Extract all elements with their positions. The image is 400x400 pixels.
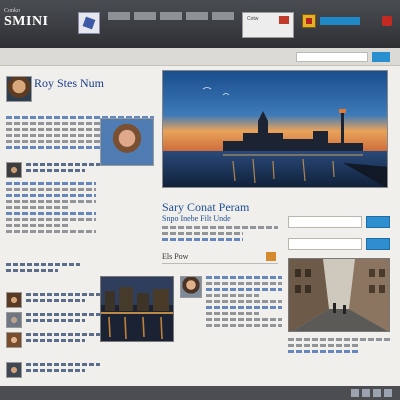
list-thumbnail: [6, 292, 22, 308]
user-box: [320, 14, 372, 36]
list-text-block: [6, 182, 96, 236]
site-footer: [0, 386, 400, 400]
login-button[interactable]: [320, 17, 360, 25]
hero-harbor-illustration: [163, 71, 387, 187]
nav-item[interactable]: [186, 12, 208, 20]
facebook-icon[interactable]: [351, 389, 359, 397]
night-city-illustration: [101, 277, 173, 341]
promo-box[interactable]: Cotw: [242, 12, 294, 38]
feature-title[interactable]: Sary Conat Peram: [162, 200, 249, 215]
nav-item[interactable]: [108, 12, 130, 20]
sidebar-input[interactable]: [288, 216, 362, 228]
list-item[interactable]: [6, 362, 156, 378]
rss-feed-icon[interactable]: [373, 389, 381, 397]
list-thumbnail: [6, 362, 22, 378]
list-text: [26, 163, 100, 175]
section-header: Els Pow: [162, 252, 278, 264]
promo-icon: [279, 16, 289, 24]
feature-text-block: [162, 226, 278, 244]
hero-image[interactable]: [162, 70, 388, 188]
street-illustration: [289, 259, 389, 331]
night-city-photo[interactable]: [100, 276, 174, 342]
article-text-block: [206, 276, 282, 330]
site-header: Conko SMINI Cotw: [0, 0, 400, 48]
list-text: [26, 363, 100, 375]
author-avatar[interactable]: [180, 276, 202, 298]
twitter-icon[interactable]: [362, 389, 370, 397]
top-nav: [108, 12, 234, 20]
street-photo[interactable]: [288, 258, 390, 332]
list-text: [26, 293, 100, 305]
profile-avatar[interactable]: [6, 76, 32, 102]
nav-item[interactable]: [134, 12, 156, 20]
sidebar-text-block: [288, 338, 390, 356]
featured-person-photo[interactable]: [100, 118, 154, 166]
feature-subtitle: Snpo Inebe Filt Unde: [162, 214, 231, 223]
list-text: [26, 333, 100, 345]
list-text: [26, 313, 100, 325]
rss-icon[interactable]: [266, 252, 276, 261]
nav-item[interactable]: [160, 12, 182, 20]
list-text: [6, 263, 80, 275]
cart-icon[interactable]: [382, 16, 392, 26]
promo-label: Cotw: [247, 16, 259, 22]
email-icon[interactable]: [384, 389, 392, 397]
brand-icon[interactable]: [78, 12, 100, 34]
search-input[interactable]: [296, 52, 368, 62]
list-thumbnail: [6, 332, 22, 348]
sidebar-submit-button[interactable]: [366, 216, 390, 228]
profile-name[interactable]: Roy Stes Num: [34, 76, 104, 91]
section-title[interactable]: Els Pow: [162, 252, 188, 261]
search-strip: [0, 48, 400, 66]
logo-big-text: SMINI: [4, 14, 49, 29]
language-flag-icon[interactable]: [302, 14, 316, 28]
list-thumbnail: [6, 312, 22, 328]
social-icons: [351, 389, 392, 397]
sidebar-submit-button[interactable]: [366, 238, 390, 250]
list-thumbnail: [6, 162, 22, 178]
sidebar-input[interactable]: [288, 238, 362, 250]
search-button[interactable]: [372, 52, 390, 62]
site-logo[interactable]: Conko SMINI: [4, 8, 64, 42]
nav-item[interactable]: [212, 12, 234, 20]
